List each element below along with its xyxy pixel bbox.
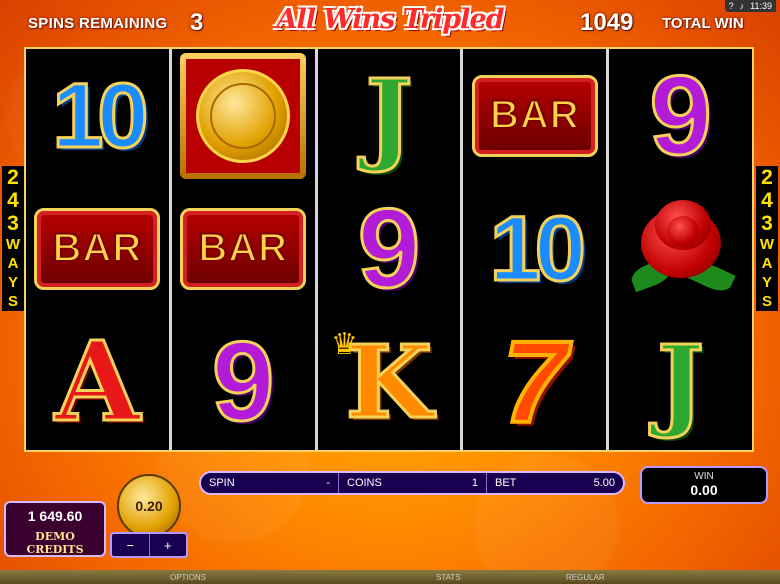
help-icon[interactable]: ? [729, 1, 734, 11]
ways-letter: W [759, 236, 775, 253]
bar-icon: BAR [34, 207, 161, 290]
increase-coin-button[interactable]: + [150, 534, 187, 556]
spins-remaining-value: 3 [190, 9, 204, 36]
coins-label: COINS [347, 477, 382, 489]
symbol-nine-text: 9 [356, 185, 421, 311]
ways-letter: A [761, 255, 773, 272]
symbol-jack: J [609, 315, 752, 448]
symbol-bar: BAR [463, 49, 606, 182]
symbol-ten: 10 [463, 182, 606, 315]
spins-remaining-label: SPINS REMAINING [28, 15, 168, 32]
ways-indicator-right: 2 4 3 W A Y S [756, 166, 778, 311]
symbol-ten-text: 10 [51, 64, 150, 167]
crown-icon: ♛ [330, 328, 358, 361]
options-button[interactable]: OPTIONS [170, 573, 206, 582]
spin-label: SPIN [209, 477, 235, 489]
reel-3: J 9 ♛ K [318, 49, 464, 450]
game-title: All Wins Tripled [276, 4, 505, 35]
bet-info-panel: SPIN - COINS 1 BET 5.00 [199, 471, 625, 495]
decrease-coin-button[interactable]: − [112, 534, 150, 556]
ways-letter: Y [761, 274, 772, 291]
coin-size-button[interactable]: 0.20 [117, 474, 181, 538]
ways-digit: 2 [761, 166, 773, 189]
credits-display: 1 649.60 DEMO CREDITS [4, 501, 106, 557]
top-bar: SPINS REMAINING 3 All Wins Tripled 1049 … [0, 0, 780, 48]
ways-digit: 4 [761, 189, 773, 212]
ways-digit: 2 [7, 166, 19, 189]
bar-text: BAR [52, 225, 143, 271]
symbol-nine-text: 9 [648, 52, 713, 178]
symbol-ten: 10 [26, 49, 169, 182]
spin-field: SPIN - [201, 473, 339, 493]
ways-indicator-left: 2 4 3 W A Y S [2, 166, 24, 311]
symbol-seven-text: 7 [501, 316, 569, 447]
symbol-ten-text: 10 [488, 197, 587, 300]
bar-text: BAR [197, 225, 289, 271]
spin-value: - [326, 477, 330, 489]
coins-value: 1 [471, 477, 478, 489]
credits-label: DEMO CREDITS [26, 530, 84, 556]
symbol-rose-wild [609, 182, 752, 315]
ways-digit: 3 [7, 212, 19, 235]
stats-button[interactable]: STATS [436, 573, 461, 582]
ways-letter: S [7, 293, 18, 310]
win-value: 0.00 [690, 482, 718, 498]
symbol-seven: 7 [463, 315, 606, 448]
coins-field: COINS 1 [339, 473, 487, 493]
ways-letter: A [7, 255, 19, 272]
symbol-king-text: K [344, 322, 434, 441]
symbol-nine: 9 [609, 49, 752, 182]
bar-text: BAR [489, 92, 580, 138]
bet-label: BET [495, 477, 517, 489]
ways-letter: W [5, 236, 21, 253]
reel-4: BAR 10 7 [463, 49, 610, 450]
symbol-jack-text: J [655, 322, 705, 441]
bar-icon: BAR [180, 207, 307, 290]
symbol-nine: 9 [172, 315, 315, 448]
sound-icon[interactable]: ♪ [740, 1, 745, 11]
total-win-label: TOTAL WIN [662, 15, 744, 32]
symbol-king: ♛ K [318, 315, 461, 448]
bet-field: BET 5.00 [487, 473, 623, 493]
footer-bar: OPTIONS STATS REGULAR [0, 570, 780, 584]
total-win-value: 1049 [580, 9, 634, 36]
coin-size-stepper[interactable]: − + [110, 532, 188, 558]
symbol-ace: A [26, 315, 169, 448]
reel-2: BAR 9 [172, 49, 318, 450]
win-label: WIN [694, 471, 714, 482]
symbol-jack: J [318, 49, 461, 182]
win-display: WIN 0.00 [640, 466, 768, 504]
bonus-coin-icon [180, 52, 307, 179]
coin-size-value: 0.20 [135, 498, 163, 514]
reel-area: 10 BAR A BAR 9 J 9 ♛ K BAR 10 7 9 J [24, 47, 754, 452]
regular-button[interactable]: REGULAR [566, 573, 605, 582]
symbol-bar: BAR [26, 182, 169, 315]
rose-icon [621, 194, 741, 304]
system-tray: ? ♪ 11:39 [724, 0, 776, 12]
credits-value: 1 649.60 [27, 508, 83, 524]
clock-time: 11:39 [750, 1, 772, 11]
symbol-nine-text: 9 [211, 318, 276, 444]
ways-digit: 4 [7, 189, 19, 212]
bet-value: 5.00 [593, 477, 615, 489]
ways-letter: Y [7, 274, 18, 291]
bar-icon: BAR [471, 74, 598, 157]
symbol-jack-text: J [364, 56, 414, 175]
symbol-bonus-coin [172, 49, 315, 182]
symbol-ace-text: A [53, 316, 141, 446]
reel-5: 9 J [609, 49, 752, 450]
symbol-bar: BAR [172, 182, 315, 315]
reel-1: 10 BAR A [26, 49, 172, 450]
symbol-nine: 9 [318, 182, 461, 315]
ways-letter: S [761, 293, 772, 310]
ways-digit: 3 [761, 212, 773, 235]
